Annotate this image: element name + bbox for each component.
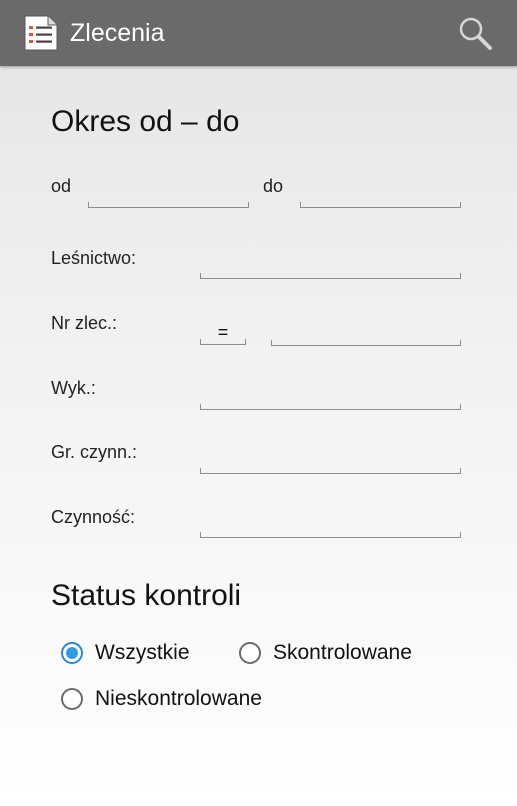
order-number-operator: = — [217, 322, 229, 342]
activity-input[interactable] — [200, 514, 461, 537]
order-number-field[interactable] — [271, 322, 461, 346]
from-label: od — [51, 176, 72, 196]
to-date-field[interactable] — [300, 184, 461, 208]
radio-controlled[interactable]: Skontrolowane — [239, 639, 412, 667]
status-heading: Status kontroli — [51, 579, 242, 612]
radio-controlled-label: Skontrolowane — [273, 641, 412, 664]
to-label: do — [263, 176, 284, 196]
contractor-input[interactable] — [200, 386, 461, 409]
activity-group-input[interactable] — [200, 450, 461, 473]
from-date-input[interactable] — [88, 184, 249, 207]
app-bar: Zlecenia — [0, 0, 517, 66]
activity-field[interactable] — [200, 514, 461, 538]
activity-label: Czynność: — [51, 507, 136, 527]
order-number-label: Nr zlec.: — [51, 313, 118, 333]
radio-all[interactable]: Wszystkie — [61, 639, 190, 667]
activity-group-label: Gr. czynn.: — [51, 442, 138, 462]
checklist-document-icon — [24, 15, 58, 51]
order-number-input[interactable] — [271, 322, 461, 345]
radio-all-circle[interactable] — [61, 642, 83, 664]
radio-uncontrolled-circle[interactable] — [61, 688, 83, 710]
to-date-input[interactable] — [300, 184, 461, 207]
from-date-field[interactable] — [88, 184, 249, 208]
magnifier-icon[interactable] — [456, 14, 496, 52]
forestry-label: Leśnictwo: — [51, 248, 137, 268]
forestry-field[interactable] — [200, 255, 461, 279]
forestry-input[interactable] — [200, 255, 461, 278]
period-heading: Okres od – do — [51, 105, 240, 138]
radio-uncontrolled[interactable]: Nieskontrolowane — [61, 685, 262, 713]
activity-group-field[interactable] — [200, 450, 461, 474]
radio-all-label: Wszystkie — [95, 641, 190, 664]
radio-uncontrolled-label: Nieskontrolowane — [95, 687, 262, 710]
order-number-operator-spinner[interactable]: = — [200, 321, 246, 345]
contractor-field[interactable] — [200, 386, 461, 410]
contractor-label: Wyk.: — [51, 378, 96, 398]
app-title: Zlecenia — [70, 19, 165, 47]
radio-controlled-circle[interactable] — [239, 642, 261, 664]
